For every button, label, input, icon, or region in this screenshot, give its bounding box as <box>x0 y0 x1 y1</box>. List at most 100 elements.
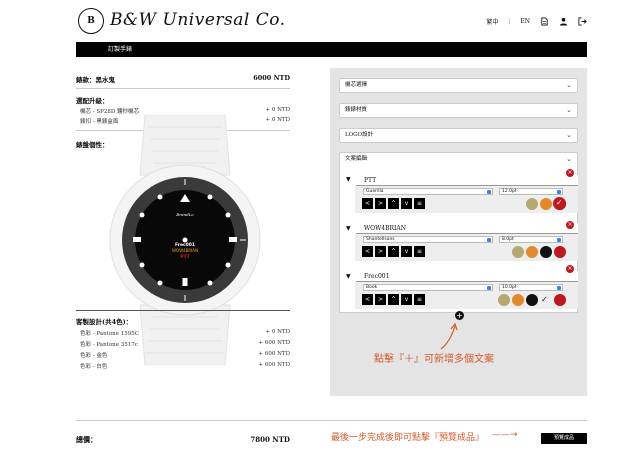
check-icon: ✓ <box>556 198 563 207</box>
caret-down-icon[interactable]: ▼ <box>346 176 351 183</box>
swatch-black[interactable] <box>526 294 538 306</box>
font-select[interactable]: Guerilla <box>363 188 493 195</box>
swatch-red[interactable] <box>554 294 566 306</box>
size-value: 10.0pt <box>502 285 517 290</box>
accordion-label: 錶錶材質 <box>345 107 368 113</box>
text-entry-input[interactable]: PTT <box>356 175 578 186</box>
move-left-button[interactable]: < <box>362 294 373 305</box>
upgrade-title: 選配升級： <box>76 97 109 105</box>
divider <box>76 88 290 89</box>
remove-entry-button[interactable]: × <box>566 169 574 177</box>
lang-tw-link[interactable]: 繁中 <box>486 17 498 26</box>
move-up-button[interactable]: ^ <box>388 198 399 209</box>
accordion-movement[interactable]: 機芯選擇 ⌄ <box>339 78 578 93</box>
lang-en-link[interactable]: EN <box>520 18 530 25</box>
font-select[interactable]: Shantellsans <box>363 236 493 243</box>
upgrade-label: 機芯 - SP28D 鏤秒機芯 <box>80 109 139 115</box>
nav-separator: | <box>508 18 511 25</box>
font-value: Guerilla <box>366 189 384 194</box>
page-title-bar: 訂製手錶 <box>76 42 587 57</box>
align-button[interactable]: ≡ <box>414 246 425 257</box>
caret-down-icon[interactable]: ▼ <box>346 273 351 280</box>
logo-text[interactable]: B&W Universal Co. <box>110 10 286 30</box>
accordion-logo[interactable]: LOGO設計 ⌄ <box>339 128 578 143</box>
color-label: 色彩 - 白色 <box>80 364 108 370</box>
preview-button[interactable]: 預覽成品 <box>541 433 587 444</box>
accordion-label: 文案編輯 <box>345 156 368 162</box>
document-icon[interactable] <box>540 17 549 26</box>
move-down-button[interactable]: v <box>401 294 412 305</box>
move-left-button[interactable]: < <box>362 198 373 209</box>
font-select[interactable]: Book <box>363 284 493 291</box>
swatch-black[interactable] <box>540 246 552 258</box>
color-price: + 0 NTD <box>265 329 291 335</box>
move-up-button[interactable]: ^ <box>388 246 399 257</box>
dropdown-icon <box>557 237 561 242</box>
add-text-hint: 點擊『＋』可新增多個文案 <box>374 354 494 365</box>
size-select[interactable]: 12.0pt <box>499 188 563 195</box>
accordion-label: LOGO設計 <box>345 132 374 138</box>
total-row: 總價： 7800 NTD <box>76 435 290 445</box>
color-price: + 600 NTD <box>258 362 291 368</box>
swatch-orange[interactable] <box>526 246 538 258</box>
size-value: 8.0pt <box>502 237 514 242</box>
upgrade-title-row: 選配升級： <box>76 95 290 105</box>
move-right-button[interactable]: > <box>375 198 386 209</box>
color-label: 色彩 - Pantone 1595C <box>80 331 139 337</box>
text-entry-input[interactable]: WOW4BRIAN <box>356 223 578 234</box>
total-price: 7800 NTD <box>250 435 290 444</box>
logout-icon[interactable] <box>578 17 587 26</box>
swatch-orange[interactable] <box>540 198 552 210</box>
move-down-button[interactable]: v <box>401 246 412 257</box>
dropdown-icon <box>487 189 491 194</box>
color-label: 色彩 - 金色 <box>80 353 108 359</box>
dropdown-icon <box>557 189 561 194</box>
check-icon: ✓ <box>541 295 548 304</box>
move-up-button[interactable]: ^ <box>388 294 399 305</box>
chevron-down-icon: ⌄ <box>566 131 572 139</box>
watch-line3: PTT <box>180 254 190 260</box>
style-row: 錶款：黑水鬼 6000 NTD <box>76 74 290 84</box>
swatch-gold[interactable] <box>512 246 524 258</box>
size-value: 12.0pt <box>502 189 517 194</box>
size-select[interactable]: 10.0pt <box>499 284 563 291</box>
style-label: 錶款：黑水鬼 <box>76 76 115 84</box>
color-row: 色彩 - Pantone 1595C + 0 NTD <box>76 329 290 337</box>
font-value: Book <box>366 285 378 290</box>
caret-down-icon[interactable]: ▼ <box>346 225 351 232</box>
swatch-gold[interactable] <box>498 294 510 306</box>
align-button[interactable]: ≡ <box>414 198 425 209</box>
divider <box>76 310 290 311</box>
swatch-red[interactable] <box>554 246 566 258</box>
swatch-gold[interactable] <box>526 198 538 210</box>
divider <box>76 420 587 421</box>
size-select[interactable]: 8.0pt <box>499 236 563 243</box>
text-entry-input[interactable]: Frec001 <box>356 271 578 282</box>
add-text-button[interactable]: + <box>455 311 464 320</box>
remove-entry-button[interactable]: × <box>566 265 574 273</box>
arrow-annotation-icon <box>440 322 458 350</box>
total-label: 總價： <box>76 435 97 444</box>
remove-entry-button[interactable]: × <box>566 221 574 229</box>
font-value: Shantellsans <box>366 237 395 242</box>
logo-mark[interactable]: B <box>78 8 104 34</box>
color-price: + 600 NTD <box>258 340 291 346</box>
style-price: 6000 NTD <box>253 74 290 82</box>
upgrade-price: + 0 NTD <box>265 107 291 113</box>
chevron-down-icon: ⌄ <box>566 106 572 114</box>
move-down-button[interactable]: v <box>401 198 412 209</box>
align-button[interactable]: ≡ <box>414 294 425 305</box>
color-row: 色彩 - 金色 + 600 NTD <box>76 351 290 359</box>
upgrade-row: 機芯 - SP28D 鏤秒機芯 + 0 NTD <box>76 107 290 115</box>
move-left-button[interactable]: < <box>362 246 373 257</box>
watch-brand: BrandLo <box>175 212 194 217</box>
preview-hint: 最後一步完成後即可點擊『預覽成品』 <box>331 433 485 443</box>
user-icon[interactable] <box>559 17 568 26</box>
swatch-orange[interactable] <box>512 294 524 306</box>
accordion-material[interactable]: 錶錶材質 ⌄ <box>339 103 578 118</box>
move-right-button[interactable]: > <box>375 246 386 257</box>
color-label: 色彩 - Pantone 3517c <box>80 342 138 348</box>
color-row: 色彩 - 白色 + 600 NTD <box>76 362 290 370</box>
move-right-button[interactable]: > <box>375 294 386 305</box>
arrow-right-icon: ——→ <box>492 430 518 440</box>
